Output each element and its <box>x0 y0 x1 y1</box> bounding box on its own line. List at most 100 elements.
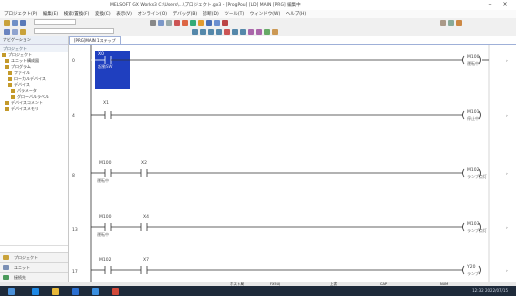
parallel-contact-icon[interactable] <box>208 28 214 35</box>
comment-icon[interactable] <box>272 28 278 35</box>
file-explorer-icon[interactable] <box>52 287 59 295</box>
close-button[interactable]: × <box>499 1 511 9</box>
zoom-icon[interactable] <box>440 19 446 26</box>
contact2-label: X2 <box>141 160 147 166</box>
coil-left <box>462 168 465 178</box>
ladder-mode-icon[interactable] <box>4 28 10 35</box>
menu-convert[interactable]: 変換(C) <box>95 11 111 17</box>
menu-help[interactable]: ヘルプ(H) <box>286 11 306 17</box>
menu-find-replace[interactable]: 検索/置換(F) <box>64 11 90 17</box>
step-number: 8 <box>72 173 75 179</box>
contact-label: X1 <box>103 100 109 106</box>
vline-icon[interactable] <box>240 28 246 35</box>
help-icon[interactable] <box>456 19 462 26</box>
folder-icon <box>2 53 6 57</box>
coil-icon[interactable] <box>216 28 222 35</box>
contact-comment: 運転中 <box>97 231 109 237</box>
contact2-label: X7 <box>143 257 149 263</box>
contact-label: M100 <box>99 160 112 166</box>
coil-label: M100 <box>467 54 480 60</box>
coil-label: M103 <box>467 221 480 227</box>
folder-icon <box>5 101 9 105</box>
step-number: 13 <box>72 227 78 233</box>
find-icon[interactable] <box>190 19 196 26</box>
navigation-header: プロジェクト <box>0 45 68 52</box>
rising-edge-icon[interactable] <box>248 28 254 35</box>
coil-comment: 停止中 <box>467 115 479 121</box>
copy-icon[interactable] <box>158 19 164 26</box>
read-mode-icon[interactable] <box>20 28 26 35</box>
ladder-editor: [PRG]MAIN 1ステップ 0 X0 起動SW M100 運転中 4 X1 … <box>69 36 516 282</box>
minimize-button[interactable]: – <box>484 1 496 9</box>
write-plc-icon[interactable] <box>206 19 212 26</box>
menu-diagnostics[interactable]: 診断(D) <box>203 11 219 17</box>
taskbar: 12:32 2022/07/15 <box>0 286 516 296</box>
nav-project-button[interactable]: プロジェクト <box>0 252 68 262</box>
chevron-right-icon: › <box>506 114 508 119</box>
coil-label: M102 <box>467 167 480 173</box>
read-plc-icon[interactable] <box>214 19 220 26</box>
monitor-icon[interactable] <box>222 19 228 26</box>
system-tray-clock[interactable]: 12:32 2022/07/15 <box>472 288 508 293</box>
folder-icon <box>5 59 9 63</box>
paste-icon[interactable] <box>166 19 172 26</box>
contact-label: M102 <box>99 257 112 263</box>
step-number: 4 <box>72 113 75 119</box>
tree-item[interactable]: デバイスメモリ <box>0 106 68 112</box>
toolbar-combo-1[interactable] <box>34 19 76 25</box>
cut-icon[interactable] <box>150 19 156 26</box>
chevron-right-icon: › <box>506 269 508 274</box>
folder-icon <box>8 71 12 75</box>
redo-icon[interactable] <box>182 19 188 26</box>
write-mode-icon[interactable] <box>12 28 18 35</box>
menu-window[interactable]: ウィンドウ(W) <box>250 11 280 17</box>
falling-edge-icon[interactable] <box>256 28 262 35</box>
project-icon <box>3 255 9 260</box>
nav-connection-button[interactable]: 接続先 <box>0 272 68 282</box>
edge-browser-icon[interactable] <box>32 287 39 295</box>
coil-comment: ランプ点灯 <box>467 173 487 179</box>
undo-icon[interactable] <box>174 19 180 26</box>
folder-icon <box>11 95 15 99</box>
save-icon[interactable] <box>20 19 26 26</box>
coil-comment: 運転中 <box>467 60 479 66</box>
navigation-bottom: プロジェクト ユニット 接続先 <box>0 245 68 282</box>
contact-nc-icon[interactable] <box>200 28 206 35</box>
contact-comment: 起動SW <box>98 63 113 69</box>
contact-no-icon[interactable] <box>192 28 198 35</box>
coil-right <box>478 265 481 275</box>
menu-project[interactable]: プロジェクト(P) <box>4 11 37 17</box>
invert-icon[interactable] <box>264 28 270 35</box>
hline-icon[interactable] <box>232 28 238 35</box>
start-icon[interactable] <box>8 287 15 295</box>
menu-tool[interactable]: ツール(T) <box>224 11 244 17</box>
ladder-diagram[interactable]: 0 X0 起動SW M100 運転中 4 X1 M101 停止中 8 M100 … <box>69 45 516 282</box>
function-icon[interactable] <box>224 28 230 35</box>
nav-unit-button[interactable]: ユニット <box>0 262 68 272</box>
convert-icon[interactable] <box>198 19 204 26</box>
menu-edit[interactable]: 編集(E) <box>43 11 58 17</box>
store-icon[interactable] <box>72 287 79 295</box>
toolbar-combo-2[interactable] <box>34 28 114 34</box>
open-project-icon[interactable] <box>12 19 18 26</box>
navigation-scrollbar[interactable] <box>0 245 68 252</box>
contact-label: M100 <box>99 214 112 220</box>
menu-debug[interactable]: デバッグ(B) <box>173 11 198 17</box>
folder-icon <box>8 77 12 81</box>
menu-online[interactable]: オンライン(O) <box>137 11 167 17</box>
navigation-tab[interactable]: ナビゲーション <box>0 36 68 45</box>
gx-works-icon[interactable] <box>112 287 119 295</box>
coil-left <box>462 55 465 65</box>
project-tree: プロジェクト ユニット構成図 プログラム ファイル ローカルデバイス デバイス … <box>0 52 68 112</box>
coil-label: Y20 <box>466 264 476 270</box>
step-number: 17 <box>72 269 78 275</box>
folder-icon <box>11 89 15 93</box>
coil-left <box>462 110 465 120</box>
connection-icon <box>3 275 9 280</box>
layout-icon[interactable] <box>448 19 454 26</box>
folder-icon <box>5 65 9 69</box>
new-project-icon[interactable] <box>4 19 10 26</box>
menu-view[interactable]: 表示(V) <box>116 11 132 17</box>
mail-icon[interactable] <box>92 287 99 295</box>
coil-left <box>462 222 465 232</box>
